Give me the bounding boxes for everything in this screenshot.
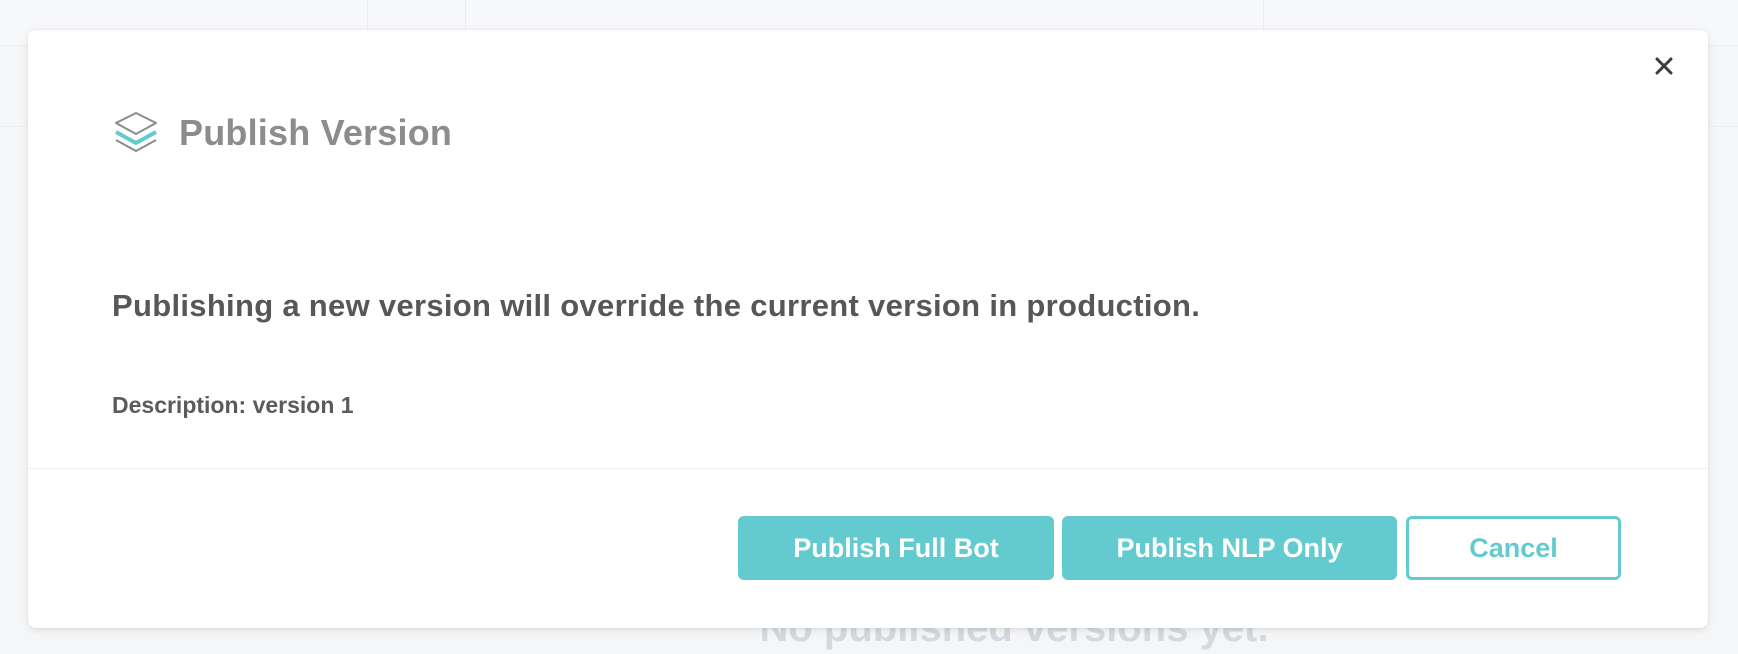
publish-version-modal: Publish Version Publishing a new version… xyxy=(28,30,1708,628)
modal-title: Publish Version xyxy=(179,112,453,153)
warning-message: Publishing a new version will override t… xyxy=(112,288,1201,323)
version-description: Description: version 1 xyxy=(112,392,354,418)
close-button[interactable] xyxy=(1648,52,1680,84)
layers-icon xyxy=(111,108,161,158)
publish-full-bot-button[interactable]: Publish Full Bot xyxy=(738,516,1054,580)
modal-header: Publish Version xyxy=(111,108,452,158)
cancel-button[interactable]: Cancel xyxy=(1406,516,1621,580)
close-icon xyxy=(1655,57,1673,80)
publish-nlp-only-button[interactable]: Publish NLP Only xyxy=(1062,516,1397,580)
modal-footer-buttons: Publish Full Bot Publish NLP Only Cancel xyxy=(738,516,1621,580)
modal-footer-divider xyxy=(28,468,1708,469)
